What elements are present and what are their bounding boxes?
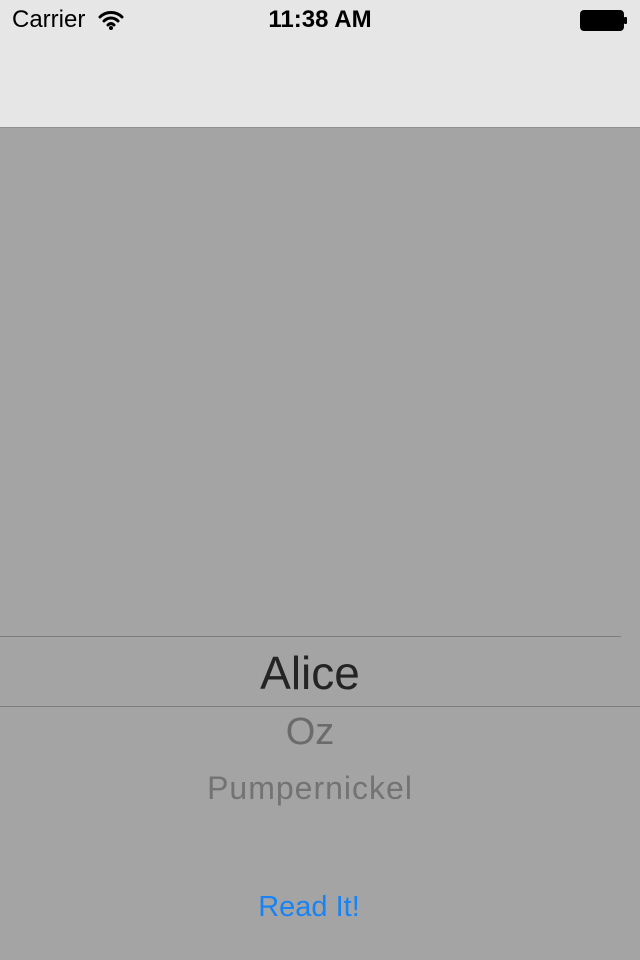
status-time: 11:38 AM — [268, 6, 372, 33]
read-it-button[interactable]: Read It! — [244, 884, 374, 930]
status-bar: Carrier 11:38 AM — [0, 0, 640, 40]
navigation-bar — [0, 40, 640, 128]
picker-row-pumpernickel[interactable]: Pumpernickel — [0, 769, 620, 807]
battery-icon — [580, 10, 627, 31]
picker-selection-top-line — [0, 636, 621, 637]
picker-wheel[interactable]: Alice Oz Pumpernickel — [0, 636, 640, 836]
app-screen: Carrier 11:38 AM Alice Oz Pumpernickel R… — [0, 0, 640, 960]
picker-selected-row[interactable]: Alice — [0, 645, 620, 701]
picker-row-oz[interactable]: Oz — [0, 711, 620, 753]
picker-selection-bottom-line — [0, 706, 640, 707]
